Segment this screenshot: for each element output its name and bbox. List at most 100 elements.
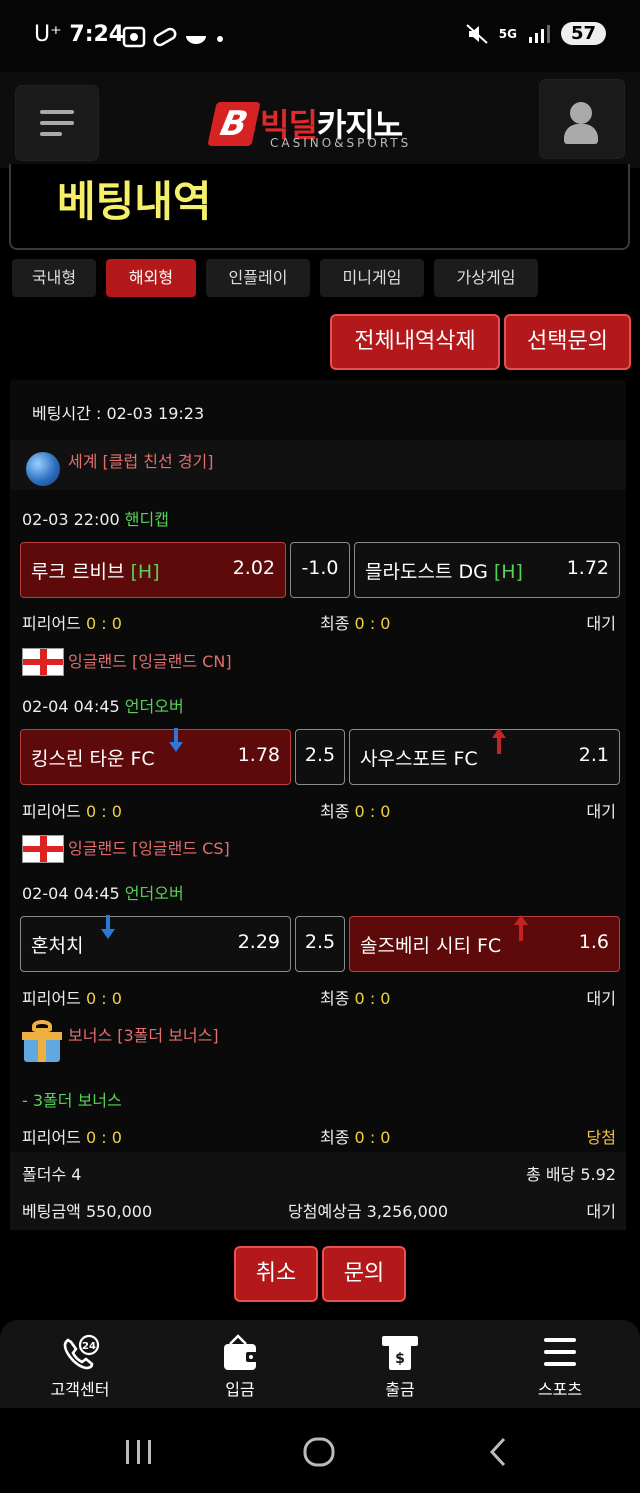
expected-win: 당첨예상금 3,256,000: [288, 1202, 449, 1221]
away-odds-box[interactable]: 솔즈베리 시티 FC 1.6: [349, 915, 620, 972]
final-label: 최종: [320, 989, 350, 1008]
bet-time: 베팅시간 : 02-03 19:23: [32, 404, 205, 423]
tab-minigame[interactable]: 미니게임: [320, 259, 424, 297]
inquire-button[interactable]: 문의: [322, 1246, 406, 1302]
bet-amount: 베팅금액 550,000: [22, 1202, 153, 1221]
league-name: 잉글랜드 [잉글랜드 CS]: [68, 839, 230, 858]
svg-text:24: 24: [82, 1341, 96, 1352]
final-score-value: 0 : 0: [354, 614, 391, 633]
wallet-icon: [224, 1334, 258, 1370]
gift-ribbon-horizontal: [22, 1032, 62, 1040]
home-odds: 2.02: [232, 557, 275, 579]
nav-label: 출금: [385, 1380, 415, 1399]
over-under-line-box: 2.5: [295, 916, 345, 972]
home-odds: 2.29: [237, 931, 280, 953]
menu-bar-1: [40, 110, 74, 114]
signal-icon: [528, 24, 550, 43]
notification-icon: [122, 26, 223, 48]
tab-inplay[interactable]: 인플레이: [206, 259, 310, 297]
odds-down-arrow-icon: [169, 728, 183, 754]
game-status: 대기: [586, 614, 616, 633]
logo-letter: B: [207, 102, 261, 146]
delete-all-history-button[interactable]: 전체내역삭제: [330, 314, 500, 370]
home-team-name: 혼처치: [31, 935, 84, 957]
support-24-icon: 24: [63, 1334, 100, 1370]
period-score-value: 0 : 0: [85, 1128, 122, 1147]
gift-bow: [32, 1020, 52, 1032]
world-globe-icon: [26, 452, 60, 486]
market-type: 언더오버: [124, 697, 184, 716]
home-odds-box[interactable]: 루크 르비브 [H] 2.02: [20, 542, 286, 598]
final-score: 최종 0 : 0: [320, 610, 390, 634]
nav-label: 입금: [225, 1380, 255, 1399]
final-score: 최종 0 : 0: [320, 1124, 390, 1148]
home-tag: [H]: [130, 561, 160, 583]
tab-virtual[interactable]: 가상게임: [434, 259, 538, 297]
market-type: 핸디캡: [124, 510, 169, 529]
league-name: 잉글랜드 [잉글랜드 CN]: [68, 652, 232, 671]
inquire-selected-button[interactable]: 선택문의: [504, 314, 631, 370]
user-profile-button[interactable]: [540, 80, 624, 158]
period-label: 피리어드: [22, 989, 81, 1008]
nav-sports[interactable]: 스포츠: [490, 1320, 630, 1408]
away-team-name: 솔즈베리 시티 FC: [360, 935, 502, 957]
away-odds-box[interactable]: 사우스포트 FC 2.1: [349, 728, 620, 785]
final-score: 최종 0 : 0: [320, 798, 390, 822]
status-time: U⁺ 7:24: [34, 22, 124, 47]
period-score: 피리어드 0 : 0: [22, 610, 122, 634]
final-label: 최종: [320, 1128, 350, 1147]
menu-bar-2: [40, 121, 74, 125]
handicap-line: -1.0: [301, 557, 339, 579]
status-bar: U⁺ 7:24 5G 57: [0, 0, 640, 72]
back-icon[interactable]: [486, 1436, 510, 1468]
period-label: 피리어드: [22, 614, 81, 633]
cancel-button[interactable]: 취소: [234, 1246, 318, 1302]
home-odds-box[interactable]: 혼처치 2.29: [20, 915, 291, 972]
logo-subtitle: CASINO&SPORTS: [270, 136, 412, 150]
menu-lines-icon: [544, 1338, 576, 1366]
status-right: 5G 57: [465, 22, 606, 45]
game-datetime: 02-04 04:45: [22, 697, 120, 716]
battery-indicator: 57: [560, 22, 606, 45]
nav-label: 스포츠: [537, 1380, 583, 1399]
game-status: 대기: [586, 802, 616, 821]
svg-text:$: $: [395, 1351, 405, 1367]
away-odds: 2.1: [578, 744, 609, 766]
nav-customer-center[interactable]: 24 고객센터: [10, 1320, 150, 1408]
period-score-value: 0 : 0: [85, 802, 122, 821]
site-logo[interactable]: B 빅딜카지노 CASINO&SPORTS: [207, 102, 432, 152]
away-team: 믈라도스트 DG [H]: [365, 557, 523, 584]
folder-count: 폴더수 4: [22, 1165, 82, 1184]
hamburger-menu-button[interactable]: [16, 86, 98, 160]
england-flag-icon: [22, 835, 64, 863]
away-odds: 1.6: [578, 931, 609, 953]
away-odds-box[interactable]: 믈라도스트 DG [H] 1.72: [354, 542, 620, 598]
over-under-line: 2.5: [304, 931, 336, 953]
away-team-name: 믈라도스트 DG: [365, 561, 488, 583]
home-odds-box[interactable]: 킹스린 타운 FC 1.78: [20, 728, 291, 785]
final-score: 최종 0 : 0: [320, 985, 390, 1009]
tab-overseas[interactable]: 해외형: [106, 259, 196, 297]
market-type: 언더오버: [124, 884, 184, 903]
user-icon-body: [564, 124, 598, 144]
home-team-name: 루크 르비브: [31, 561, 125, 583]
game-datetime: 02-04 04:45: [22, 884, 120, 903]
nav-deposit[interactable]: 입금: [170, 1320, 310, 1408]
nav-withdraw[interactable]: $ 출금: [330, 1320, 470, 1408]
home-odds: 1.78: [237, 744, 280, 766]
bet-type-tabs: 국내형 해외형 인플레이 미니게임 가상게임: [12, 259, 538, 297]
nav-label: 고객센터: [50, 1380, 110, 1399]
league-name: 세계 [클럽 친선 경기]: [68, 452, 214, 471]
recent-apps-icon[interactable]: [124, 1438, 154, 1466]
atm-withdraw-icon: $: [382, 1336, 418, 1370]
odds-up-arrow-icon: [514, 915, 528, 941]
tab-domestic[interactable]: 국내형: [12, 259, 96, 297]
period-label: 피리어드: [22, 1128, 81, 1147]
final-score-value: 0 : 0: [354, 802, 391, 821]
handicap-line-box: -1.0: [290, 542, 350, 598]
home-icon[interactable]: [302, 1436, 336, 1468]
gift-box-icon: [22, 1020, 62, 1064]
system-navigation-bar: [0, 1408, 640, 1493]
bottom-navigation: 24 고객센터 입금 $ 출금 스포츠: [0, 1320, 640, 1408]
game-datetime-row: 02-04 04:45 언더오버: [22, 693, 184, 717]
